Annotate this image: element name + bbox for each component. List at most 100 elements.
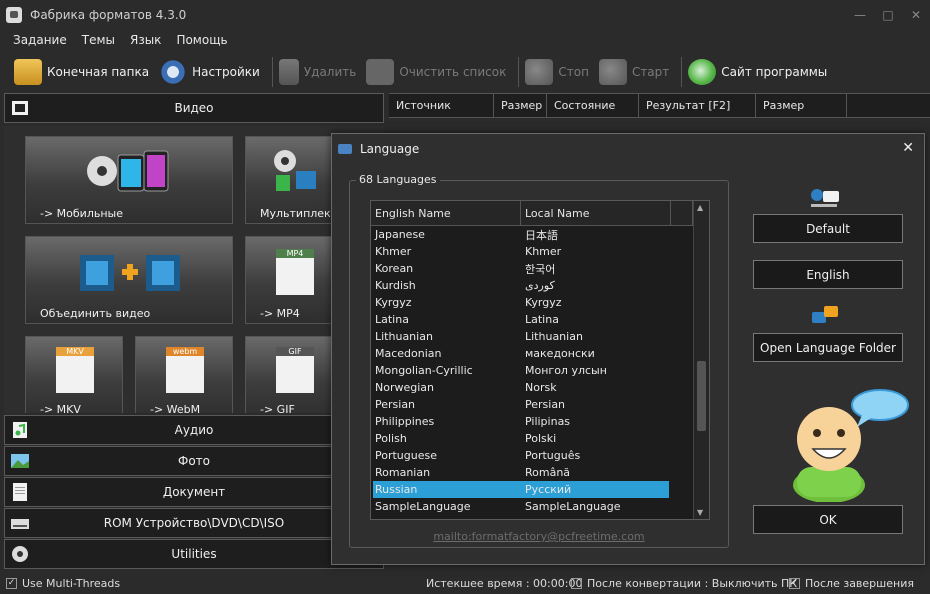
after-convert-toggle[interactable]: После конвертации : Выключить ПК (571, 577, 797, 590)
after-finish-toggle[interactable]: ✓ После завершения (789, 577, 914, 590)
music-note-icon (13, 422, 27, 438)
muxer-icon (274, 150, 316, 191)
language-english-name: Japanese (375, 228, 425, 241)
category-document-label: Документ (162, 485, 226, 499)
multithreads-label: Use Multi-Threads (22, 576, 121, 590)
language-local-name: 日本語 (525, 228, 558, 242)
mkv-file-icon: MKV (56, 347, 94, 393)
start-button[interactable]: Старт (598, 56, 670, 88)
tile-webm[interactable]: webm -> WebM (135, 336, 233, 413)
stop-button[interactable]: Стоп (525, 56, 589, 88)
language-local-name: SampleLanguage (525, 500, 621, 513)
gif-file-icon: GIF (276, 347, 314, 393)
multithreads-checkbox[interactable]: ✓ (6, 577, 17, 589)
remove-label: Удалить (303, 65, 357, 79)
tile-mp4-label: -> MP4 (260, 307, 300, 320)
category-document[interactable]: Документ (4, 477, 384, 507)
language-row[interactable]: Khmer Khmer (371, 243, 693, 260)
webm-file-icon: webm (166, 347, 204, 393)
col-source[interactable]: Источник (389, 94, 494, 117)
category-utilities[interactable]: Utilities (4, 539, 384, 569)
tile-join-video[interactable]: Объединить видео (25, 236, 233, 324)
maximize-button[interactable]: □ (874, 0, 902, 30)
language-local-name: македонски (525, 347, 595, 360)
english-button[interactable]: English (753, 260, 903, 289)
join-video-icon (80, 255, 180, 291)
menu-skins[interactable]: Темы (82, 33, 115, 47)
language-row[interactable]: Kurdish کوردی (371, 277, 693, 294)
after-convert-label: После конвертации : Выключить ПК (587, 576, 798, 590)
category-audio[interactable]: Аудио (4, 415, 384, 445)
settings-button[interactable]: Настройки (159, 56, 260, 88)
close-window-button[interactable]: ✕ (902, 0, 930, 30)
language-row[interactable]: Latina Latina (371, 311, 693, 328)
default-button[interactable]: Default (753, 214, 903, 243)
start-label: Старт (631, 65, 670, 79)
ok-button[interactable]: OK (753, 505, 903, 534)
toolbar-separator (518, 57, 520, 87)
output-folder-button[interactable]: Конечная папка (14, 56, 149, 88)
settings-label: Настройки (192, 65, 260, 79)
website-button[interactable]: Сайт программы (688, 56, 827, 88)
language-list-scrollbar[interactable]: ▲ ▼ (693, 201, 709, 519)
category-video[interactable]: Видео (4, 93, 384, 123)
language-folder-icon (812, 306, 838, 323)
menu-language[interactable]: Язык (130, 33, 161, 47)
stop-label: Стоп (558, 65, 589, 79)
category-rom[interactable]: ROM Устройство\DVD\CD\ISO (4, 508, 384, 538)
col-english-name[interactable]: English Name (371, 201, 521, 225)
tile-mkv[interactable]: MKV -> MKV (25, 336, 123, 413)
open-language-folder-button[interactable]: Open Language Folder (753, 333, 903, 362)
language-row[interactable]: Polish Polski (371, 430, 693, 447)
language-row[interactable]: Macedonian македонски (371, 345, 693, 362)
language-local-name: Persian (525, 398, 566, 411)
remove-button[interactable]: Удалить (278, 56, 357, 88)
clear-list-button[interactable]: Очистить список (366, 56, 506, 88)
dialog-close-button[interactable]: ✕ (902, 140, 914, 156)
col-size[interactable]: Размер (494, 94, 547, 117)
language-row[interactable]: Romanian Română (371, 464, 693, 481)
language-row[interactable]: Japanese 日本語 (371, 226, 693, 243)
menu-task[interactable]: Задание (13, 33, 67, 47)
col-result-size[interactable]: Размер (756, 94, 847, 117)
category-photo[interactable]: Фото (4, 446, 384, 476)
language-row[interactable]: Lithuanian Lithuanian (371, 328, 693, 345)
language-english-name: Russian (375, 483, 418, 496)
tile-mobile[interactable]: -> Мобильные (25, 136, 233, 224)
contact-email-link[interactable]: mailto:formatfactory@pcfreetime.com (350, 530, 728, 543)
language-row[interactable]: SampleLanguage SampleLanguage (371, 498, 693, 515)
language-row[interactable]: Russian Русский (373, 481, 669, 498)
col-result[interactable]: Результат [F2] (639, 94, 756, 117)
language-english-name: Norwegian (375, 381, 434, 394)
language-local-name: Pilipinas (525, 415, 571, 428)
mobile-devices-icon (87, 150, 169, 192)
multithreads-toggle[interactable]: ✓ Use Multi-Threads (6, 577, 120, 590)
col-local-name[interactable]: Local Name (521, 201, 671, 225)
language-row[interactable]: Korean 한국어 (371, 260, 693, 277)
window-title: Фабрика форматов 4.3.0 (30, 8, 187, 22)
scroll-down-arrow-icon[interactable]: ▼ (697, 508, 703, 517)
scroll-up-arrow-icon[interactable]: ▲ (697, 203, 703, 212)
language-row[interactable]: Philippines Pilipinas (371, 413, 693, 430)
language-english-name: Latina (375, 313, 409, 326)
language-row[interactable]: Norwegian Norsk (371, 379, 693, 396)
language-local-name: Română (525, 466, 571, 479)
utilities-icon (12, 546, 28, 562)
category-rom-label: ROM Устройство\DVD\CD\ISO (103, 516, 285, 530)
menu-bar: Задание Темы Язык Помощь (0, 30, 243, 50)
video-tiles: -> Мобильные Мультиплексор Объединить ви… (4, 126, 384, 413)
language-row[interactable]: Portuguese Português (371, 447, 693, 464)
minimize-button[interactable]: — (846, 0, 874, 30)
language-list[interactable]: English Name Local Name Japanese 日本語 Khmer… (370, 200, 710, 520)
after-convert-checkbox[interactable] (571, 577, 582, 589)
language-local-name: Lithuanian (525, 330, 583, 343)
language-row[interactable]: Mongolian-Cyrillic Монгол улсын (371, 362, 693, 379)
menu-help[interactable]: Помощь (176, 33, 227, 47)
col-state[interactable]: Состояние (547, 94, 639, 117)
mkv-badge: MKV (56, 347, 94, 356)
language-row[interactable]: Kyrgyz Kyrgyz (371, 294, 693, 311)
category-photo-label: Фото (177, 454, 210, 468)
after-finish-checkbox[interactable]: ✓ (789, 577, 800, 589)
language-row[interactable]: Persian Persian (371, 396, 693, 413)
scroll-thumb[interactable] (697, 361, 706, 431)
